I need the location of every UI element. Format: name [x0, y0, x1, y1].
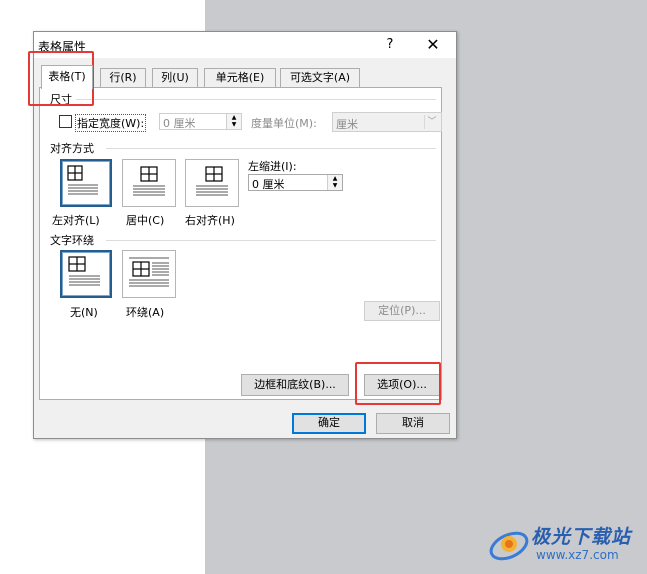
borders-shading-button[interactable]: 边框和底纹(B)...	[241, 374, 349, 396]
close-button[interactable]: ✕	[422, 35, 444, 55]
watermark-logo-icon	[489, 531, 529, 561]
left-indent-spinner[interactable]: 0 厘米 ▲ ▼	[248, 174, 343, 191]
wrap-none-button[interactable]	[60, 250, 112, 298]
wrapping-section-label: 文字环绕	[50, 234, 94, 247]
wrap-none-label: 无(N)	[70, 306, 98, 319]
width-spinner[interactable]: 0 厘米 ▲ ▼	[159, 113, 242, 130]
ok-button[interactable]: 确定	[292, 413, 366, 434]
alignment-section-label: 对齐方式	[50, 142, 94, 155]
chevron-down-icon: ﹀	[424, 115, 439, 129]
left-indent-value: 0 厘米	[252, 178, 285, 191]
align-center-label: 居中(C)	[126, 214, 165, 227]
spin-down-icon[interactable]: ▼	[227, 121, 241, 128]
align-right-icon	[196, 166, 228, 196]
align-center-icon	[133, 166, 165, 196]
wrap-around-button[interactable]	[122, 250, 176, 298]
spin-down-icon[interactable]: ▼	[328, 182, 342, 189]
align-right-label: 右对齐(H)	[185, 214, 235, 227]
spin-up-icon[interactable]: ▲	[328, 175, 342, 182]
help-button[interactable]: ?	[380, 35, 400, 55]
tab-panel: 尺寸 指定宽度(W): 0 厘米 ▲▼ 度量单位(M): 厘米 ﹀ 对齐方式	[39, 87, 442, 400]
unit-label: 度量单位(M):	[251, 117, 317, 130]
left-indent-label: 左缩进(I):	[248, 160, 297, 173]
tab-cell[interactable]: 单元格(E)	[204, 68, 276, 88]
watermark-url: www.xz7.com	[536, 548, 619, 562]
watermark: 极光下载站 www.xz7.com	[487, 522, 637, 568]
specify-width-checkbox[interactable]	[59, 115, 72, 128]
align-right-button[interactable]	[185, 159, 239, 207]
spin-up-icon[interactable]: ▲	[227, 114, 241, 121]
tab-column[interactable]: 列(U)	[152, 68, 198, 88]
highlight-options-button	[355, 362, 441, 405]
align-left-icon	[67, 165, 98, 195]
wrap-none-icon	[68, 256, 100, 286]
cancel-button[interactable]: 取消	[376, 413, 450, 434]
separator	[76, 99, 436, 100]
wrap-around-icon	[129, 257, 169, 287]
align-left-label: 左对齐(L)	[52, 214, 100, 227]
unit-select[interactable]: 厘米 ﹀	[332, 112, 442, 132]
position-button[interactable]: 定位(P)...	[364, 301, 440, 321]
wrap-around-label: 环绕(A)	[126, 306, 165, 319]
tab-row[interactable]: 行(R)	[100, 68, 146, 88]
title-bar: 表格属性 ? ✕	[34, 32, 456, 58]
align-left-button[interactable]	[60, 159, 112, 207]
specify-width-label: 指定宽度(W):	[75, 114, 147, 132]
watermark-title: 极光下载站	[531, 526, 632, 548]
separator	[106, 148, 436, 149]
separator	[106, 240, 436, 241]
width-value: 0 厘米	[163, 117, 196, 130]
unit-value: 厘米	[336, 118, 358, 131]
tab-table[interactable]: 表格(T)	[41, 65, 93, 89]
tab-alt-text[interactable]: 可选文字(A)	[280, 68, 360, 88]
align-center-button[interactable]	[122, 159, 176, 207]
